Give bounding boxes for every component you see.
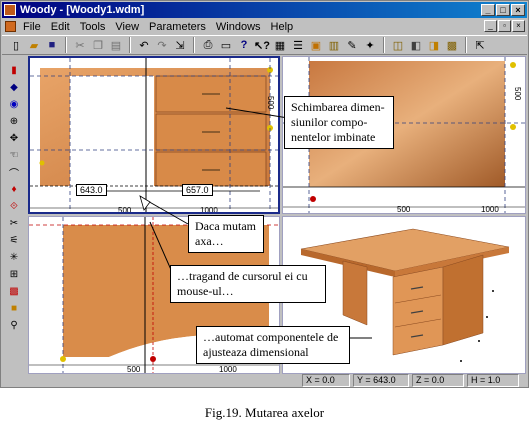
menu-view[interactable]: View xyxy=(110,21,144,33)
component-icon[interactable]: ◧ xyxy=(408,37,424,53)
app-icon xyxy=(4,4,16,16)
layers-icon[interactable]: ☰ xyxy=(290,37,306,53)
viewport-front[interactable]: 643.0 657.0 500 1000 500 xyxy=(28,56,280,214)
title-bar: Woody - [Woody1.wdm] _ □ × xyxy=(2,2,527,18)
document-icon[interactable] xyxy=(5,21,16,32)
view-icon[interactable]: ✦ xyxy=(362,37,378,53)
render-icon[interactable]: ▣ xyxy=(308,37,324,53)
material-icon[interactable]: ▥ xyxy=(326,37,342,53)
menu-edit[interactable]: Edit xyxy=(46,21,75,33)
left-toolbar: ▮ ◆ ◉ ⊕ ✥ ☜ ⌒ ♦ ⟐ ✂ ⚟ ✳ ⊞ ▩ ■ ⚲ xyxy=(2,57,26,375)
main-toolbar: ▯ ▰ ■ ✂ ❐ ▤ ↶ ↷ ⇲ ⎙ ▭ ? ↖? ▦ ☰ ▣ ▥ ✎ ✦ ◫… xyxy=(2,35,527,55)
measure-icon[interactable]: ⌒ xyxy=(6,165,22,180)
tape-icon[interactable]: ✂ xyxy=(6,216,22,231)
status-bar: X = 0.0 Y = 643.0 Z = 0.0 H = 1.0 xyxy=(2,374,527,388)
top-ruler-x-1000: 1000 xyxy=(219,365,237,374)
zoom-icon[interactable]: ⊕ xyxy=(6,114,22,129)
dimension-label-left[interactable]: 643.0 xyxy=(76,184,107,196)
redo-icon[interactable]: ↷ xyxy=(154,37,170,53)
pan-icon[interactable]: ✥ xyxy=(6,131,22,146)
open-icon[interactable]: ▰ xyxy=(26,37,42,53)
status-h: H = 1.0 xyxy=(467,374,519,387)
close-button[interactable]: × xyxy=(511,4,525,16)
doc-restore-button[interactable]: ▫ xyxy=(498,20,511,32)
maximize-button[interactable]: □ xyxy=(496,4,510,16)
link-icon[interactable]: ⚟ xyxy=(6,233,22,248)
copy-component-icon[interactable]: ◨ xyxy=(426,37,442,53)
window-icon[interactable]: ◫ xyxy=(390,37,406,53)
top-ruler-x-500: 500 xyxy=(127,365,141,374)
material-swatch-icon[interactable]: ■ xyxy=(6,301,22,316)
callout-auto-adjust: …automat componentele de ajusteaza dimen… xyxy=(196,326,350,364)
ruler-y-500: 500 xyxy=(266,96,275,110)
status-z: Z = 0.0 xyxy=(412,374,464,387)
menu-parameters[interactable]: Parameters xyxy=(144,21,211,33)
status-x: X = 0.0 xyxy=(302,374,350,387)
axis-icon[interactable]: ✳ xyxy=(6,250,22,265)
callout-resize-components: Schimbarea dimen-siunilor compo-nentelor… xyxy=(284,96,394,149)
help-icon[interactable]: ? xyxy=(236,37,252,53)
side-ruler-y-500: 500 xyxy=(513,87,522,101)
pin-icon[interactable]: ⚲ xyxy=(6,318,22,333)
menu-bar: File Edit Tools View Parameters Windows … xyxy=(2,19,527,34)
rotate-icon[interactable]: ◉ xyxy=(6,97,22,112)
view-3d-icon[interactable]: ⊞ xyxy=(6,267,22,282)
menu-file[interactable]: File xyxy=(18,21,46,33)
undo-icon[interactable]: ↶ xyxy=(136,37,152,53)
window-title: Woody - [Woody1.wdm] xyxy=(20,4,145,16)
layout-icon[interactable]: ▩ xyxy=(444,37,460,53)
doc-close-button[interactable]: × xyxy=(512,20,525,32)
opening-area xyxy=(70,76,154,186)
tools-icon[interactable]: ✎ xyxy=(344,37,360,53)
paint-icon[interactable]: ⟐ xyxy=(6,199,22,214)
side-ruler-x-500: 500 xyxy=(397,205,411,214)
paste-icon[interactable]: ▤ xyxy=(108,37,124,53)
ruler-x-1000: 1000 xyxy=(200,206,218,214)
ruler-x-500: 500 xyxy=(118,206,132,214)
menu-help[interactable]: Help xyxy=(266,21,299,33)
dimension-label-right[interactable]: 657.0 xyxy=(182,184,213,196)
preview-icon[interactable]: ▭ xyxy=(218,37,234,53)
copy-icon[interactable]: ❐ xyxy=(90,37,106,53)
menu-tools[interactable]: Tools xyxy=(75,21,111,33)
minimize-button[interactable]: _ xyxy=(481,4,495,16)
hand-icon[interactable]: ☜ xyxy=(6,148,22,163)
pointer-icon[interactable]: ⇱ xyxy=(472,37,488,53)
front-view-drawing xyxy=(30,58,278,212)
figure-caption: Fig.19. Mutarea axelor xyxy=(204,405,325,420)
cut-icon[interactable]: ✂ xyxy=(72,37,88,53)
menu-windows[interactable]: Windows xyxy=(211,21,266,33)
context-help-icon[interactable]: ↖? xyxy=(254,37,270,53)
print-icon[interactable]: ⎙ xyxy=(200,37,216,53)
side-ruler-x-1000: 1000 xyxy=(481,205,499,214)
select-icon[interactable]: ▮ xyxy=(6,63,22,78)
light-icon[interactable]: ♦ xyxy=(6,182,22,197)
status-y: Y = 643.0 xyxy=(353,374,409,387)
save-icon[interactable]: ■ xyxy=(44,37,60,53)
export-icon[interactable]: ⇲ xyxy=(172,37,188,53)
box-icon[interactable]: ▩ xyxy=(6,284,22,299)
move-icon[interactable]: ◆ xyxy=(6,80,22,95)
doc-minimize-button[interactable]: _ xyxy=(484,20,497,32)
callout-drag-cursor: …tragand de cursorul ei cu mouse-ul… xyxy=(170,265,326,303)
grid-icon[interactable]: ▦ xyxy=(272,37,288,53)
callout-move-axis: Daca mutam axa… xyxy=(188,215,264,253)
new-icon[interactable]: ▯ xyxy=(8,37,24,53)
